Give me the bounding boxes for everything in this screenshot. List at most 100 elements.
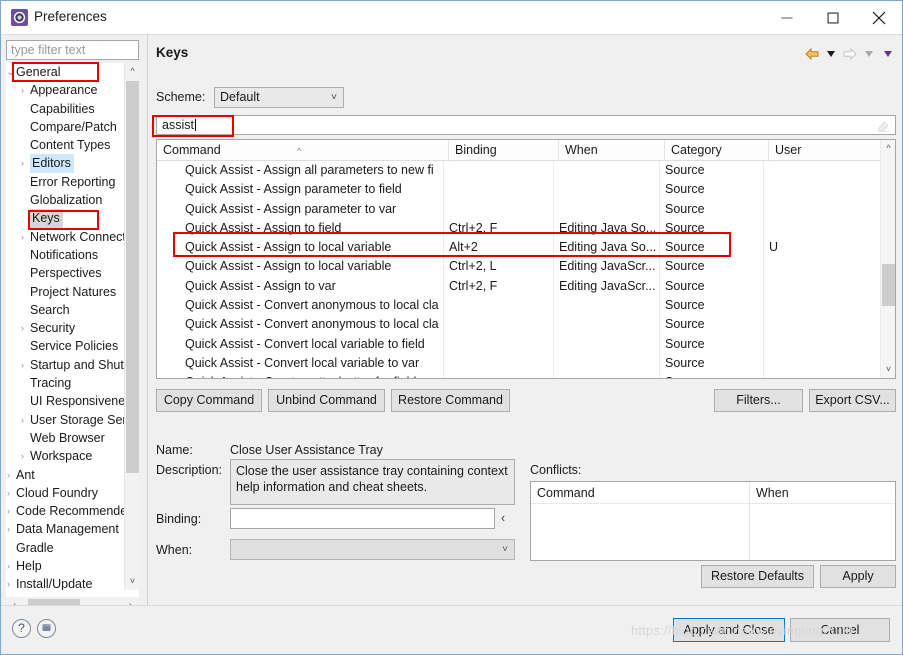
- command-scroll-down-icon[interactable]: ˅: [881, 361, 895, 378]
- sidebar-filter-input[interactable]: type filter text: [6, 40, 139, 60]
- table-row[interactable]: Quick Assist - Assign to var Ctrl+2, F Edi…: [157, 277, 882, 296]
- preferences-tree[interactable]: ⌄ General › Appearance Capabilities Compare/P…: [6, 63, 139, 614]
- filters-button[interactable]: Filters...: [714, 389, 803, 412]
- chevron-right-icon[interactable]: ›: [7, 557, 10, 575]
- preferences-dialog: Preferences type filter text ⌄ General › Ap…: [0, 0, 903, 655]
- sidebar-item-keys[interactable]: Keys: [6, 209, 124, 228]
- restore-command-button[interactable]: Restore Command: [391, 389, 510, 412]
- back-arrow-icon[interactable]: [803, 46, 820, 63]
- back-history-caret-icon[interactable]: [822, 46, 839, 63]
- table-row[interactable]: Quick Assist - Assign parameter to field…: [157, 180, 882, 199]
- sidebar-item-security[interactable]: › Security: [6, 319, 124, 337]
- sidebar-item-error-reporting[interactable]: Error Reporting: [6, 173, 124, 191]
- table-row[interactable]: Quick Assist - Assign to local variable A…: [157, 238, 882, 257]
- sidebar-item-perspectives[interactable]: Perspectives: [6, 264, 124, 282]
- tree-scrollbar-thumb[interactable]: [126, 81, 139, 473]
- table-row[interactable]: Quick Assist - Convert local variable to…: [157, 354, 882, 373]
- sidebar-item-content-types[interactable]: Content Types: [6, 136, 124, 154]
- sidebar-item-project-natures[interactable]: Project Natures: [6, 283, 124, 301]
- chevron-right-icon[interactable]: ›: [21, 319, 24, 337]
- chevron-left-icon[interactable]: ‹: [501, 511, 505, 525]
- sidebar-item-user-storage-service[interactable]: › User Storage Service: [6, 411, 124, 429]
- chevron-down-icon[interactable]: ⌄: [6, 63, 15, 81]
- sidebar-item-data-management[interactable]: › Data Management: [6, 520, 124, 538]
- chevron-right-icon[interactable]: ›: [7, 575, 10, 590]
- sidebar-item-compare-patch[interactable]: Compare/Patch: [6, 118, 124, 136]
- sidebar-item-cloud-foundry[interactable]: › Cloud Foundry: [6, 484, 124, 502]
- shell-icon[interactable]: [37, 619, 56, 638]
- forward-history-caret-icon[interactable]: [860, 46, 877, 63]
- close-button[interactable]: [856, 1, 902, 35]
- conflicts-col-when[interactable]: When: [750, 482, 789, 504]
- sidebar-item-globalization[interactable]: Globalization: [6, 191, 124, 209]
- command-table-col-when[interactable]: When: [559, 140, 665, 161]
- sidebar-item-tracing[interactable]: Tracing: [6, 374, 124, 392]
- conflicts-col-command[interactable]: Command: [531, 482, 595, 504]
- binding-input[interactable]: [230, 508, 495, 529]
- chevron-right-icon[interactable]: ›: [7, 484, 10, 502]
- sidebar-item-general[interactable]: ⌄ General: [6, 63, 124, 81]
- command-table-col-binding[interactable]: Binding: [449, 140, 559, 161]
- help-icon[interactable]: ?: [12, 619, 31, 638]
- table-row[interactable]: Quick Assist - Convert anonymous to loca…: [157, 296, 882, 315]
- table-row[interactable]: Quick Assist - Convert anonymous to loca…: [157, 315, 882, 334]
- keys-command-table[interactable]: Command ^ Binding When Category User Quick As…: [156, 139, 896, 379]
- unbind-command-button[interactable]: Unbind Command: [268, 389, 385, 412]
- table-row[interactable]: Quick Assist - Convert local variable to…: [157, 335, 882, 354]
- apply-button[interactable]: Apply: [820, 565, 896, 588]
- sidebar-item-appearance[interactable]: › Appearance: [6, 81, 124, 99]
- restore-defaults-button[interactable]: Restore Defaults: [701, 565, 814, 588]
- chevron-right-icon[interactable]: ›: [21, 356, 24, 374]
- command-scroll-up-icon[interactable]: ^: [881, 140, 895, 157]
- sidebar-item-workspace[interactable]: › Workspace: [6, 447, 124, 465]
- command-table-col-user[interactable]: User: [769, 140, 895, 161]
- tree-scroll-up-icon[interactable]: ^: [125, 63, 139, 80]
- sidebar-item-ant[interactable]: › Ant: [6, 466, 124, 484]
- tree-scroll-down-icon[interactable]: ˅: [125, 573, 139, 590]
- tree-vertical-scrollbar[interactable]: ^ ˅: [124, 63, 139, 590]
- table-row[interactable]: Quick Assist - Assign parameter to var So…: [157, 200, 882, 219]
- table-row[interactable]: Quick Assist - Assign to local variable C…: [157, 257, 882, 276]
- when-select[interactable]: ˅: [230, 539, 515, 560]
- eraser-icon[interactable]: [877, 119, 890, 136]
- table-row[interactable]: Quick Assist - Assign all parameters to …: [157, 161, 882, 180]
- sidebar-item-help[interactable]: › Help: [6, 557, 124, 575]
- command-table-scrollbar[interactable]: ^ ˅: [880, 140, 895, 378]
- chevron-right-icon[interactable]: ›: [7, 466, 10, 484]
- sidebar-item-search[interactable]: Search: [6, 301, 124, 319]
- conflicts-table[interactable]: Command When: [530, 481, 896, 561]
- command-scrollbar-thumb[interactable]: [882, 264, 895, 306]
- sidebar-item-network-connections[interactable]: › Network Connections: [6, 228, 124, 246]
- chevron-right-icon[interactable]: ›: [21, 81, 24, 99]
- sidebar-item-web-browser[interactable]: Web Browser: [6, 429, 124, 447]
- sidebar-item-ui-responsiveness[interactable]: UI Responsiveness: [6, 392, 124, 410]
- description-value: Close the user assistance tray containin…: [230, 459, 515, 505]
- chevron-right-icon[interactable]: ›: [21, 228, 24, 246]
- chevron-right-icon[interactable]: ›: [7, 520, 10, 538]
- sidebar-item-code-recommenders[interactable]: › Code Recommenders: [6, 502, 124, 520]
- command-table-col-category[interactable]: Category: [665, 140, 769, 161]
- view-menu-caret-icon[interactable]: [879, 46, 896, 63]
- sidebar-item-gradle[interactable]: Gradle: [6, 539, 124, 557]
- chevron-right-icon[interactable]: ›: [21, 411, 24, 429]
- sidebar-item-notifications[interactable]: Notifications: [6, 246, 124, 264]
- forward-arrow-icon[interactable]: [841, 46, 858, 63]
- maximize-button[interactable]: [810, 1, 856, 35]
- sidebar-item-service-policies[interactable]: Service Policies: [6, 337, 124, 355]
- keys-search-input[interactable]: assist: [156, 115, 896, 135]
- sidebar-item-install-update[interactable]: › Install/Update: [6, 575, 124, 590]
- chevron-right-icon[interactable]: ›: [21, 154, 24, 172]
- sidebar-item-startup-and-shutdown[interactable]: › Startup and Shutdown: [6, 356, 124, 374]
- export-csv-button[interactable]: Export CSV...: [809, 389, 896, 412]
- copy-command-button[interactable]: Copy Command: [156, 389, 262, 412]
- sidebar-item-capabilities[interactable]: Capabilities: [6, 100, 124, 118]
- chevron-right-icon[interactable]: ›: [21, 447, 24, 465]
- minimize-button[interactable]: [764, 1, 810, 35]
- scheme-select[interactable]: Default ˅: [214, 87, 344, 108]
- table-row[interactable]: Quick Assist - Assign to field Ctrl+2, F E…: [157, 219, 882, 238]
- sidebar-item-editors[interactable]: › Editors: [6, 154, 124, 173]
- chevron-right-icon[interactable]: ›: [7, 502, 10, 520]
- command-table-body[interactable]: Quick Assist - Assign all parameters to …: [157, 161, 882, 378]
- table-row[interactable]: Quick Assist - Create getter/setter for …: [157, 373, 882, 378]
- command-table-col-command[interactable]: Command ^: [157, 140, 449, 161]
